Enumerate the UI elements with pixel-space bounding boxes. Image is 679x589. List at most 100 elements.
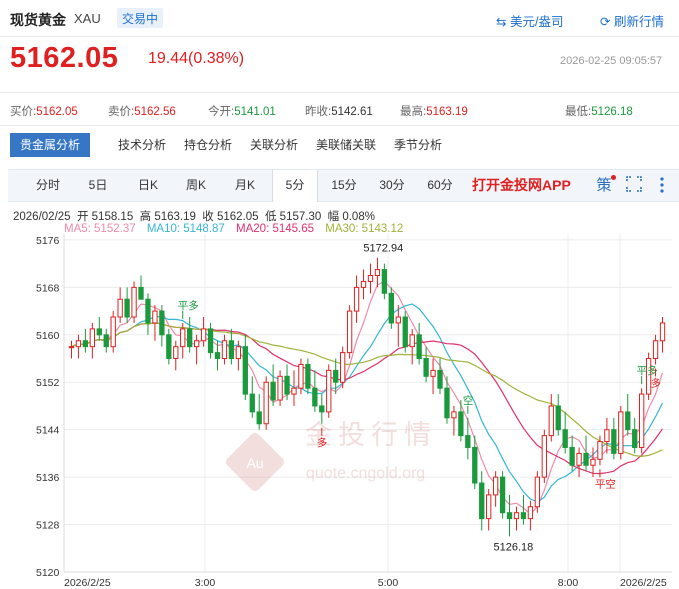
candle-body [305, 363, 311, 389]
more-icon[interactable] [652, 176, 672, 196]
candle-body [117, 298, 123, 318]
chart-grid [63, 234, 672, 573]
candle-body [506, 512, 513, 520]
candle-body [569, 446, 575, 466]
tab-monthly[interactable]: 月K [227, 170, 263, 201]
candle-body [207, 328, 214, 354]
signal-label: 平多 [637, 364, 658, 377]
candle-body [562, 429, 568, 448]
candle-body [611, 429, 617, 454]
candle-body [597, 441, 603, 460]
candle-body [590, 458, 596, 466]
candle-body [374, 269, 381, 277]
candle-body [193, 340, 200, 348]
y-tick-label: 5120 [36, 567, 60, 579]
candle-body [430, 369, 436, 377]
quote-open: 今开:5141.01 [208, 106, 276, 118]
tab-intraday[interactable]: 分时 [30, 170, 66, 201]
candle-body [284, 375, 290, 395]
header-bar: 现货黄金 XAU 交易中 ⇆ 美元/盎司 ⟳ 刷新行情 [0, 0, 679, 38]
candle-body [235, 346, 242, 360]
tab-weekly[interactable]: 周K [178, 170, 214, 201]
tab-fed-correlation[interactable]: 美联储关联 [316, 133, 376, 157]
candle-body [583, 452, 589, 466]
tab-precious-metals[interactable]: 贵金属分析 [10, 133, 91, 157]
candles [68, 257, 666, 537]
candle-body [520, 512, 527, 520]
candlestick-chart[interactable]: Au 金投行情 quote.cngold.org 5176 5168 5160 515… [0, 234, 679, 589]
candle-body [458, 411, 464, 437]
x-tick-label: 2026/2/25 [64, 577, 111, 589]
strategy-icon[interactable]: 策 [594, 175, 616, 196]
candle-body [395, 316, 401, 324]
tab-15min[interactable]: 15分 [326, 170, 362, 201]
refresh-icon: ⟳ [600, 15, 611, 29]
candle-body [124, 298, 130, 318]
candle-body [180, 328, 186, 348]
x-tick-label: 3:00 [195, 577, 216, 589]
candle-body [388, 292, 394, 324]
candle-body [166, 334, 172, 360]
candle-body [479, 482, 485, 520]
last-price: 5162.05 [10, 42, 119, 74]
candle-body [173, 346, 179, 360]
signal-label: 平多 [178, 299, 199, 312]
refresh-button[interactable]: ⟳ 刷新行情 [600, 11, 664, 30]
candle-body [353, 286, 360, 312]
switch-icon: ⇆ [496, 15, 507, 29]
tab-daily[interactable]: 日K [130, 170, 166, 201]
open-app-link[interactable]: 打开金投网APP [472, 170, 571, 201]
ohlc-open: 5158.15 [91, 211, 134, 223]
divider [0, 36, 679, 37]
candle-body [138, 286, 144, 300]
candle-body [437, 369, 443, 389]
tab-positions[interactable]: 持仓分析 [184, 133, 232, 157]
candle-body [632, 429, 638, 448]
candle-body [110, 316, 116, 348]
candle-body [527, 506, 534, 520]
y-tick-label: 5160 [36, 330, 60, 342]
tab-30min[interactable]: 30分 [374, 170, 410, 201]
candle-body [381, 269, 388, 294]
tab-seasonal[interactable]: 季节分析 [394, 133, 442, 157]
y-tick-label: 5152 [36, 377, 60, 389]
candle-body [298, 363, 304, 389]
candle-body [159, 310, 165, 336]
candle-body [326, 369, 332, 413]
candle-body [228, 340, 235, 360]
fullscreen-icon[interactable] [624, 176, 644, 196]
y-tick-label: 5168 [36, 282, 60, 294]
strategy-label: 策 [596, 177, 612, 194]
candle-body [423, 358, 429, 377]
tab-correlation[interactable]: 关联分析 [250, 133, 298, 157]
signal-label: 多 [651, 376, 662, 389]
candle-body [256, 411, 262, 425]
fullscreen-icon-glyph [626, 176, 642, 192]
candle-body [555, 405, 561, 431]
candle-body [652, 340, 659, 360]
ohlc-date: 2026/02/25 [13, 211, 71, 223]
signal-label: 多 [317, 436, 328, 449]
instrument-title: 现货黄金 [10, 12, 66, 28]
y-tick-label: 5176 [36, 235, 60, 247]
candle-body [312, 387, 318, 407]
watermark-url: quote.cngold.org [306, 465, 425, 482]
ohlc-high: 5163.19 [154, 211, 196, 223]
candle-body [333, 369, 339, 383]
tab-technical[interactable]: 技术分析 [118, 133, 166, 157]
tab-60min[interactable]: 60分 [422, 170, 458, 201]
signal-label: 平空 [595, 477, 616, 490]
candle-body [499, 476, 506, 514]
tab-5min[interactable]: 5分 [272, 170, 318, 202]
x-axis: 2026/2/25 3:00 5:00 8:00 2026/2/25 [64, 577, 667, 589]
tab-5day[interactable]: 5日 [80, 170, 116, 201]
candle-body [472, 446, 478, 484]
x-tick-label: 5:00 [378, 577, 399, 589]
candle-body [367, 275, 374, 282]
candle-body [277, 375, 283, 401]
candle-body [492, 476, 499, 496]
watermark-logo-text: Au [246, 455, 263, 471]
currency-button[interactable]: ⇆ 美元/盎司 [496, 11, 563, 30]
candle-body [409, 334, 415, 348]
candle-body [639, 393, 645, 448]
